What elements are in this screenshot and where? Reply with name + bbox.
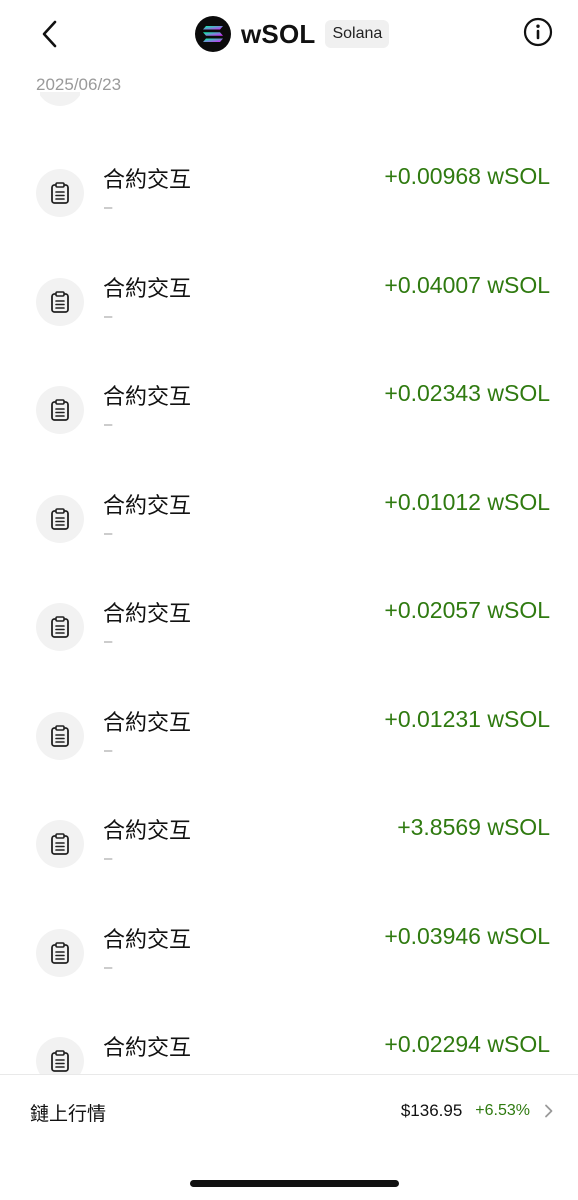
transaction-subtitle: – — [104, 416, 113, 433]
chevron-left-icon — [42, 20, 57, 48]
chevron-right-icon — [544, 1104, 554, 1118]
token-title-group: wSOL Solana — [195, 14, 390, 54]
transaction-amount: +0.01231 wSOL — [384, 705, 550, 732]
contract-icon — [36, 711, 84, 760]
transaction-amount: +0.00968 wSOL — [384, 163, 550, 189]
transaction-row[interactable]: 合約交互 – +0.00968 wSOL — [0, 108, 578, 217]
contract-icon — [36, 386, 84, 434]
token-symbol: wSOL — [241, 18, 316, 49]
contract-icon — [36, 603, 84, 651]
contract-icon — [36, 928, 84, 977]
transaction-subtitle: – — [104, 524, 113, 542]
transaction-row[interactable]: 合約交互 – +0.04007 wSOL — [0, 217, 578, 326]
chain-badge: Solana — [325, 20, 390, 48]
transaction-history-page: wSOL Solana 2025/06/23 合約交互 – +0.00968 w… — [0, 0, 578, 1200]
transaction-title: 合約交互 — [103, 602, 192, 627]
transaction-amount: +3.8569 wSOL — [397, 814, 550, 840]
transaction-amount: +0.04007 wSOL — [384, 271, 550, 298]
market-change: +6.53% — [475, 1102, 530, 1119]
transaction-row[interactable]: 合約交互 – +0.02343 wSOL — [0, 325, 578, 434]
transaction-subtitle: – — [104, 958, 113, 976]
contract-icon — [36, 494, 84, 543]
transaction-amount: +0.02057 wSOL — [384, 597, 550, 623]
transaction-row[interactable]: 合約交互 – +0.02294 wSOL — [0, 976, 578, 1074]
market-price-link[interactable]: $136.95 +6.53% — [401, 1101, 554, 1121]
transaction-subtitle: – — [104, 1067, 112, 1074]
transaction-subtitle: – — [104, 741, 113, 759]
transaction-row[interactable]: 合約交互 – +0.03946 wSOL — [0, 868, 578, 977]
market-label: 鏈上行情 — [30, 1103, 107, 1125]
transaction-subtitle: – — [104, 633, 113, 650]
transaction-title: 合約交互 — [103, 168, 192, 193]
market-price: $136.95 — [400, 1101, 463, 1120]
transaction-title: 合約交互 — [103, 819, 192, 844]
transaction-amount: +0.01012 wSOL — [384, 488, 550, 515]
transaction-title: 合約交互 — [103, 927, 192, 953]
header: wSOL Solana — [0, 0, 578, 70]
info-button[interactable] — [520, 14, 556, 50]
transaction-list: 合約交互 – +0.00968 wSOL 合約交互 – +0.04007 wSO… — [0, 108, 578, 1074]
transaction-row[interactable]: 合約交互 – +0.01012 wSOL — [0, 434, 578, 543]
transaction-row[interactable]: 合約交互 – +0.01231 wSOL — [0, 651, 578, 760]
transaction-amount: +0.02343 wSOL — [384, 380, 550, 406]
transaction-subtitle: – — [104, 307, 113, 325]
solana-logo-icon — [195, 16, 231, 52]
transaction-title: 合約交互 — [103, 493, 192, 519]
contract-icon — [36, 169, 84, 217]
transaction-subtitle: – — [104, 199, 113, 216]
transaction-row[interactable]: 合約交互 – +0.02057 wSOL — [0, 542, 578, 651]
transaction-amount: +0.02294 wSOL — [384, 1031, 550, 1057]
transaction-title: 合約交互 — [103, 276, 192, 302]
contract-icon — [36, 1037, 84, 1074]
info-circle-icon — [523, 17, 553, 47]
transaction-title: 合約交互 — [103, 385, 192, 410]
transaction-title: 合約交互 — [103, 710, 192, 736]
contract-icon — [36, 820, 84, 868]
back-button[interactable] — [30, 14, 70, 54]
contract-icon — [36, 277, 84, 326]
partial-row-icon — [40, 92, 80, 106]
home-indicator — [190, 1180, 399, 1187]
transaction-subtitle: – — [104, 850, 113, 867]
transaction-row[interactable]: 合約交互 – +3.8569 wSOL — [0, 759, 578, 868]
transaction-amount: +0.03946 wSOL — [384, 922, 550, 949]
transaction-title: 合約交互 — [103, 1036, 192, 1061]
